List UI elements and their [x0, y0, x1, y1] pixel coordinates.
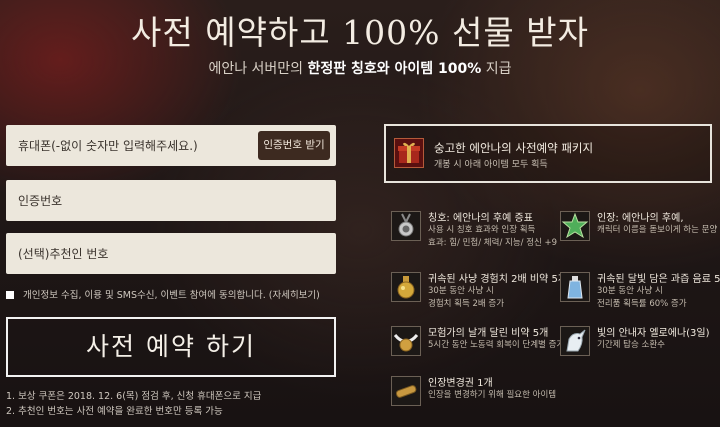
reward-desc: 사용 시 칭호 효과와 인장 획득	[428, 225, 536, 235]
reward-desc: 30분 동안 사냥 시	[428, 286, 494, 296]
phone-input[interactable]: 휴대폰(-없이 숫자만 입력해주세요.) 인증번호 받기	[6, 125, 336, 166]
notice-line-1: 1. 보상 쿠폰은 2018. 12. 6(목) 점검 후, 신청 휴대폰으로 …	[6, 391, 262, 402]
reward-desc: 전리품 획득률 60% 증가	[597, 299, 687, 309]
reward-desc: 경험치 획득 2배 증가	[428, 299, 505, 309]
privacy-agree-checkbox[interactable]	[6, 291, 14, 299]
reward-title: 빛의 안내자 엘로에나(3일)	[597, 328, 710, 339]
reward-item: 인장변경권 1개 인장을 변경하기 위해 필요한 아이템	[391, 374, 561, 418]
reward-desc: 인장을 변경하기 위해 필요한 아이템	[428, 390, 557, 400]
page-headline: 사전 예약하고 100% 선물 받자	[131, 13, 589, 52]
reward-desc: 캐릭터 이름을 돋보이게 하는 문양	[597, 225, 718, 235]
reward-desc: 효과: 힘/ 민첩/ 체력/ 지능/ 정신 +9	[428, 238, 558, 248]
reward-item: 귀속된 달빛 담은 과즙 음료 5개 30분 동안 사냥 시 전리품 획득률 6…	[560, 270, 720, 314]
referral-code-placeholder: (선택)추천인 번호	[18, 247, 109, 261]
package-title: 숭고한 에안나의 사전예약 패키지	[434, 141, 594, 155]
subheadline-highlight: 한정판 칭호와 아이템 100%	[307, 61, 482, 77]
potion-icon	[391, 272, 421, 302]
reward-item: 칭호: 에안나의 후예 증표 사용 시 칭호 효과와 인장 획득 효과: 힘/ …	[391, 209, 561, 253]
privacy-agree-row[interactable]: 개인정보 수집, 이용 및 SMS수신, 이벤트 참여에 동의합니다. (자세히…	[6, 287, 320, 301]
medal-icon	[391, 211, 421, 241]
privacy-agree-label: 개인정보 수집, 이용 및 SMS수신, 이벤트 참여에 동의합니다. (자세히…	[23, 290, 320, 301]
reward-item: 귀속된 사냥 경험치 2배 비약 5개 30분 동안 사냥 시 경험치 획득 2…	[391, 270, 567, 314]
package-panel: 숭고한 에안나의 사전예약 패키지 개봉 시 아래 아이템 모두 획득	[384, 124, 712, 183]
pre-register-button[interactable]: 사전 예약 하기	[6, 317, 336, 377]
seal-icon	[560, 211, 590, 241]
reward-desc: 30분 동안 사냥 시	[597, 286, 663, 296]
reward-item: 빛의 안내자 엘로에나(3일) 기간제 탑승 소환수	[560, 324, 720, 368]
unicorn-icon	[560, 326, 590, 356]
subheadline-suffix: 지급	[481, 61, 512, 77]
reward-item: 모험가의 날개 달린 비약 5개 5시간 동안 노동력 회복이 단계별 증가	[391, 324, 565, 368]
winged-potion-icon	[391, 326, 421, 356]
candy-drink-icon	[560, 272, 590, 302]
reward-desc: 5시간 동안 노동력 회복이 단계별 증가	[428, 340, 565, 350]
notice-line-2: 2. 추천인 번호는 사전 예약을 완료한 번호만 등록 가능	[6, 406, 223, 417]
reward-title: 모험가의 날개 달린 비약 5개	[428, 328, 549, 339]
phone-placeholder: 휴대폰(-없이 숫자만 입력해주세요.)	[18, 139, 198, 153]
reward-item: 인장: 에안나의 후예, 캐릭터 이름을 돋보이게 하는 문양	[560, 209, 720, 253]
reward-title: 귀속된 사냥 경험치 2배 비약 5개	[428, 274, 568, 285]
reward-title: 귀속된 달빛 담은 과즙 음료 5개	[597, 274, 720, 285]
reward-title: 인장: 에안나의 후예,	[597, 213, 684, 224]
reward-title: 칭호: 에안나의 후예 증표	[428, 213, 533, 224]
request-auth-code-button[interactable]: 인증번호 받기	[258, 131, 330, 160]
subheadline-prefix: 에안나 서버만의	[208, 61, 308, 77]
auth-code-placeholder: 인증번호	[18, 194, 63, 208]
scroll-icon	[391, 376, 421, 406]
package-subtitle: 개봉 시 아래 아이템 모두 획득	[434, 160, 548, 170]
reward-desc: 기간제 탑승 소환수	[597, 340, 665, 350]
reward-title: 인장변경권 1개	[428, 378, 493, 389]
auth-code-input[interactable]: 인증번호	[6, 180, 336, 221]
page-subheadline: 에안나 서버만의 한정판 칭호와 아이템 100% 지급	[0, 58, 720, 78]
gift-box-icon	[394, 138, 424, 168]
referral-code-input[interactable]: (선택)추천인 번호	[6, 233, 336, 274]
